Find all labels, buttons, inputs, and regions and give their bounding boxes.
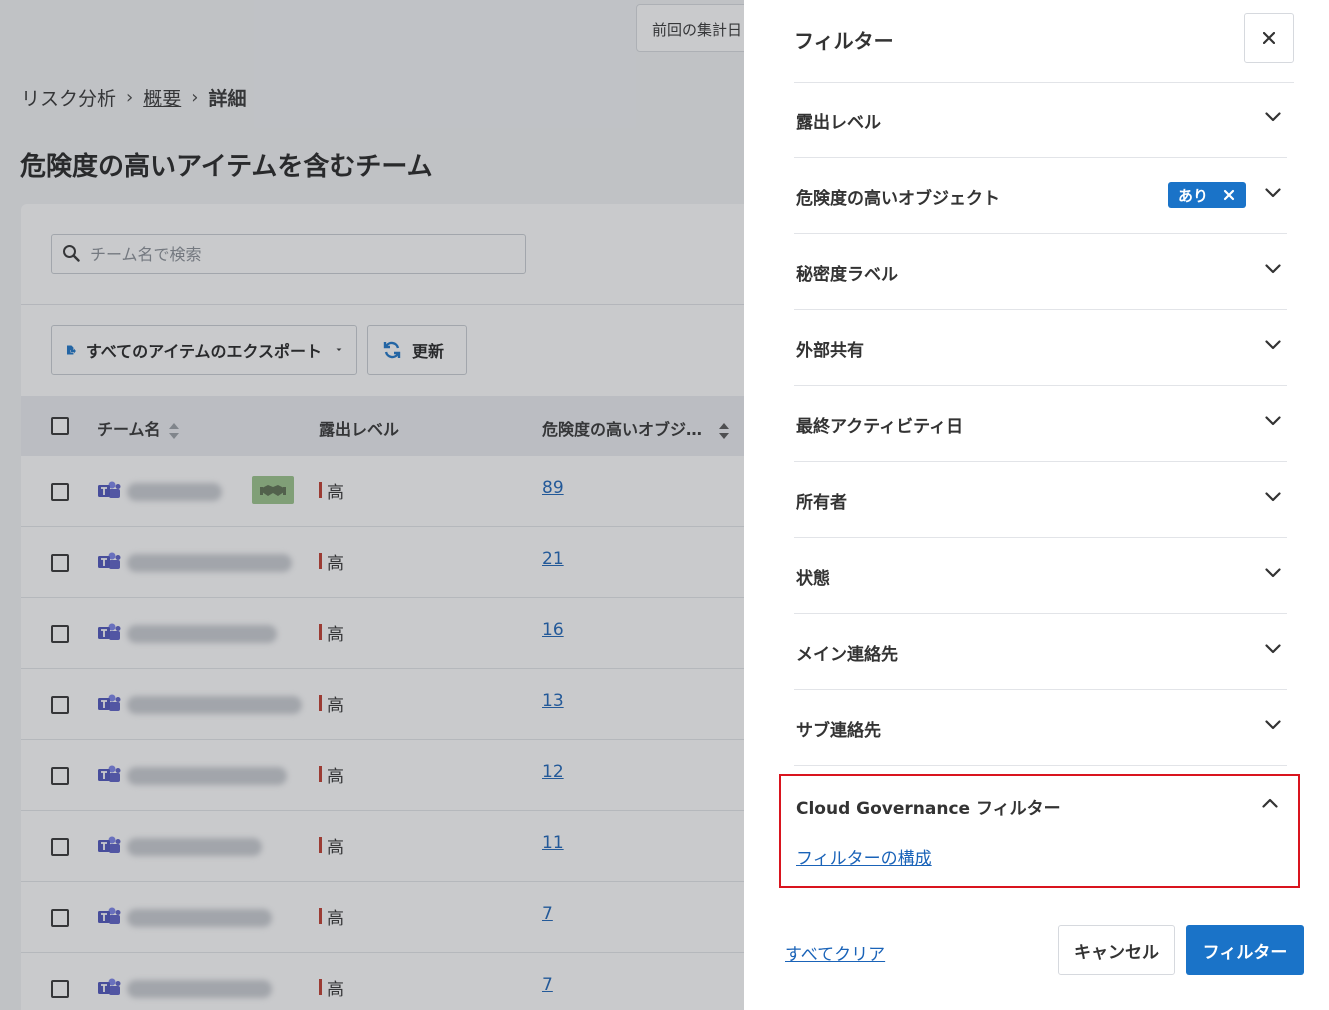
configure-filters-link[interactable]: フィルターの構成 xyxy=(796,844,932,869)
active-filter-chip: あり xyxy=(1168,182,1246,208)
filter-item-label: サブ連絡先 xyxy=(796,721,881,741)
filter-item[interactable]: 露出レベル xyxy=(794,82,1287,158)
apply-filter-button[interactable]: フィルター xyxy=(1186,925,1304,975)
chevron-down-icon[interactable] xyxy=(1265,644,1281,654)
filter-item[interactable]: メイン連絡先 xyxy=(794,614,1287,690)
filter-panel-title: フィルター xyxy=(794,29,894,53)
filter-item[interactable]: 最終アクティビティ日 xyxy=(794,386,1287,462)
cancel-button[interactable]: キャンセル xyxy=(1058,925,1175,975)
filter-item-label: 状態 xyxy=(796,569,830,589)
cloud-governance-filter-section: Cloud Governance フィルター フィルターの構成 xyxy=(779,774,1300,888)
filter-item[interactable]: 外部共有 xyxy=(794,310,1287,386)
filter-item-label: 外部共有 xyxy=(796,341,864,361)
filter-item-label: 秘密度ラベル xyxy=(796,265,898,285)
chevron-down-icon[interactable] xyxy=(1265,112,1281,122)
filter-panel: フィルター 露出レベル危険度の高いオブジェクト あり秘密度ラベル 外部共有最終アクテ… xyxy=(744,0,1329,1010)
chevron-down-icon[interactable] xyxy=(1265,264,1281,274)
chevron-down-icon[interactable] xyxy=(1265,340,1281,350)
chevron-down-icon[interactable] xyxy=(1265,720,1281,730)
filter-item-label: メイン連絡先 xyxy=(796,645,898,665)
cloud-governance-filter-header[interactable]: Cloud Governance フィルター xyxy=(796,794,1061,819)
filter-item[interactable]: 秘密度ラベル xyxy=(794,234,1287,310)
clear-all-link[interactable]: すべてクリア xyxy=(785,940,885,965)
chevron-down-icon[interactable] xyxy=(1265,492,1281,502)
filter-item[interactable]: 状態 xyxy=(794,538,1287,614)
filter-item[interactable]: 所有者 xyxy=(794,462,1287,538)
filter-item-label: 露出レベル xyxy=(796,113,881,133)
close-icon xyxy=(1263,32,1275,44)
close-button[interactable] xyxy=(1244,13,1294,63)
filter-item-label: 最終アクティビティ日 xyxy=(796,417,964,437)
filter-item[interactable]: 危険度の高いオブジェクト あり xyxy=(794,158,1287,234)
chevron-up-icon[interactable] xyxy=(1262,798,1278,808)
chevron-down-icon[interactable] xyxy=(1265,568,1281,578)
filter-item-label: 所有者 xyxy=(796,493,847,513)
chevron-down-icon[interactable] xyxy=(1265,188,1281,198)
filter-item-label: 危険度の高いオブジェクト xyxy=(796,189,1000,209)
filter-item[interactable]: サブ連絡先 xyxy=(794,690,1287,766)
remove-chip-icon[interactable] xyxy=(1220,186,1238,204)
chevron-down-icon[interactable] xyxy=(1265,416,1281,426)
modal-overlay[interactable] xyxy=(0,0,744,1010)
